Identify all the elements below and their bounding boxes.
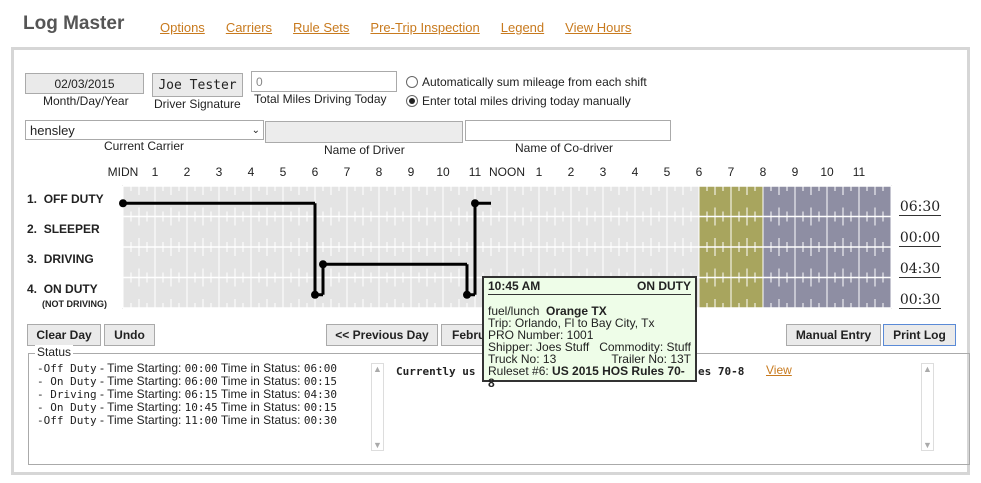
status-starting-label: Time Starting: [107, 361, 182, 375]
status-scrollbar-left[interactable]: ▲ ▼ [371, 363, 384, 451]
status-state: - On Duty [37, 375, 97, 388]
status-starting-label: Time Starting: [107, 387, 182, 401]
ruleset-text-suffix: es 70-8 [698, 365, 745, 378]
duty-point [463, 290, 471, 299]
status-in-status-label: Time in Status: [220, 413, 301, 427]
status-start-time: 00:00 [184, 362, 218, 375]
status-in-status-label: Time in Status: [220, 400, 301, 414]
status-in-status-label: Time in Status: [220, 387, 301, 401]
clear-day-button[interactable]: Clear Day [27, 324, 101, 346]
status-starting-label: Time Starting: [107, 413, 182, 427]
undo-button[interactable]: Undo [104, 324, 155, 346]
manual-entry-button[interactable]: Manual Entry [786, 324, 881, 346]
status-in-status-label: Time in Status: [220, 361, 301, 375]
view-ruleset-link[interactable]: View [766, 363, 792, 377]
scroll-down-icon[interactable]: ▼ [923, 440, 932, 450]
total-off-duty: 06:30 [899, 199, 941, 216]
status-duration: 06:00 [303, 362, 337, 375]
status-start-time: 06:00 [184, 375, 218, 388]
status-starting-label: Time Starting: [107, 400, 182, 414]
duty-point [119, 199, 127, 208]
print-log-button[interactable]: Print Log [883, 324, 956, 346]
status-in-status-label: Time in Status: [220, 374, 301, 388]
scroll-up-icon[interactable]: ▲ [923, 364, 932, 374]
status-legend: Status [35, 345, 74, 359]
duty-point [311, 290, 319, 299]
status-scrollbar-right[interactable]: ▲ ▼ [921, 363, 934, 451]
total-on-duty: 00:30 [899, 292, 941, 309]
duty-point [471, 199, 479, 208]
status-starting-label: Time Starting: [107, 374, 182, 388]
duty-tooltip: 10:45 AM ON DUTY fuel/lunch Orange TX Tr… [482, 276, 697, 389]
status-start-time: 06:15 [184, 388, 218, 401]
status-state: -Off Duty [37, 362, 97, 375]
status-start-time: 10:45 [184, 401, 218, 414]
status-duration: 04:30 [303, 388, 337, 401]
total-driving: 04:30 [899, 261, 941, 278]
status-start-time: 11:00 [184, 414, 218, 427]
status-state: - On Duty [37, 401, 97, 414]
status-duration: 00:15 [303, 401, 337, 414]
status-state: -Off Duty [37, 414, 97, 427]
status-lines: -Off Duty - Time Starting: 00:00 Time in… [37, 361, 337, 428]
status-line: -Off Duty - Time Starting: 11:00 Time in… [37, 413, 337, 428]
duty-point [319, 260, 327, 269]
status-duration: 00:15 [303, 375, 337, 388]
tooltip-time: 10:45 AM [488, 279, 541, 293]
scroll-down-icon[interactable]: ▼ [373, 440, 382, 450]
ruleset-text-prefix: Currently us [396, 365, 476, 378]
scroll-up-icon[interactable]: ▲ [373, 364, 382, 374]
status-duration: 00:30 [303, 414, 337, 427]
total-sleeper: 00:00 [899, 230, 941, 247]
tooltip-status: ON DUTY [637, 279, 691, 293]
status-state: - Driving [37, 388, 97, 401]
tooltip-ruleset-label: Ruleset #6: [488, 364, 549, 378]
previous-day-button[interactable]: << Previous Day [326, 324, 438, 346]
